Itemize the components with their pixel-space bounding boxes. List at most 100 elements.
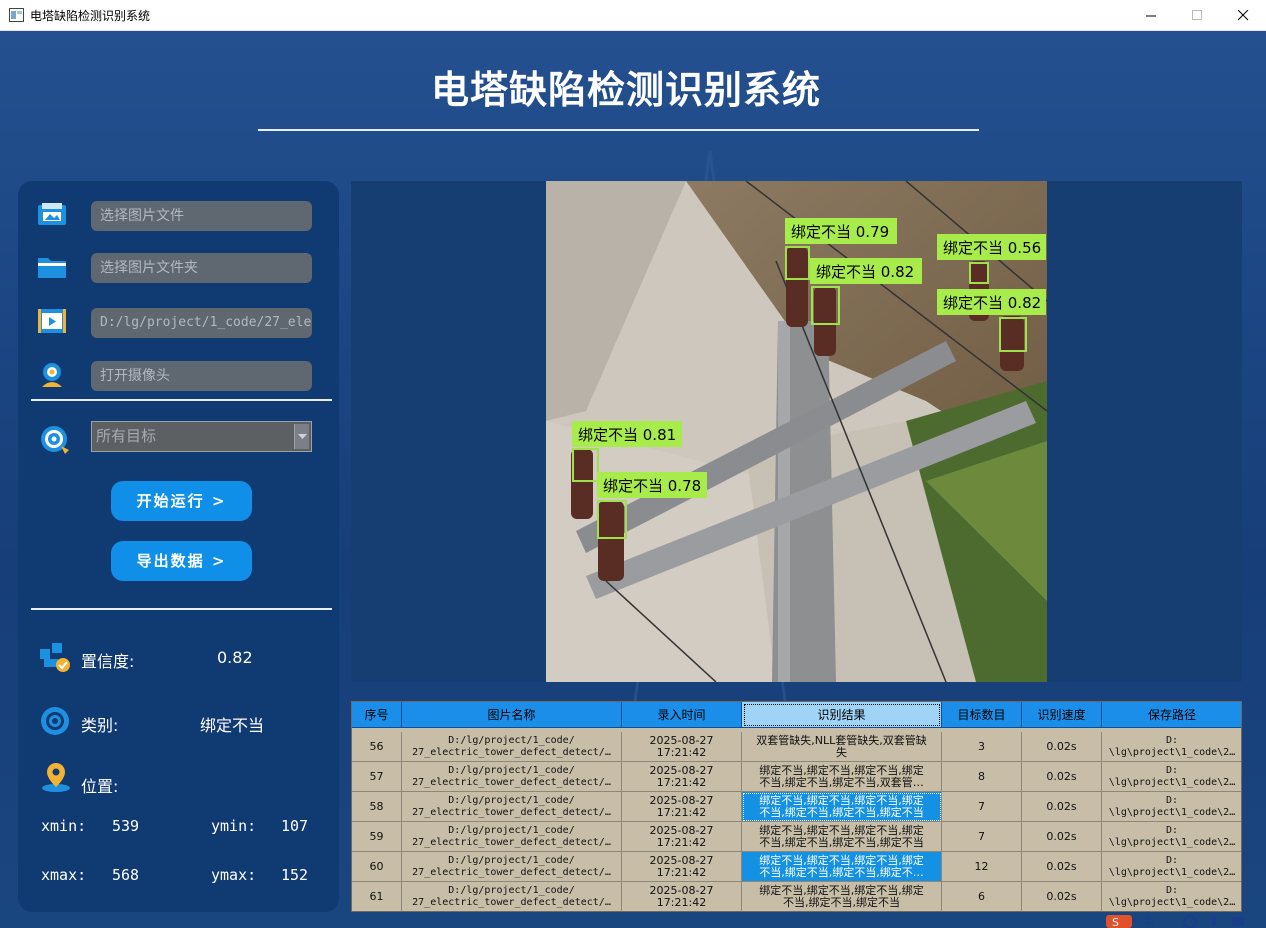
table-cell[interactable]: D: \lg\project\1_code\2… <box>1102 792 1241 822</box>
table-cell[interactable]: D:/lg/project/1_code/27_electric_tower_d… <box>402 732 622 762</box>
cell-text: 绑定不当,绑定不当,绑定不当,绑定 <box>759 763 924 777</box>
detection-label: 绑定不当 0.82 <box>816 263 914 281</box>
table-cell[interactable]: D:/lg/project/1_code/27_electric_tower_d… <box>402 762 622 792</box>
cell-text: \lg\project\1_code\2… <box>1108 746 1236 758</box>
cell-text: 绑定不当,绑定不当,绑定不当,绑定 <box>759 793 924 807</box>
table-cell[interactable]: 56 <box>352 732 402 762</box>
close-button[interactable] <box>1220 0 1266 31</box>
image-file-input[interactable]: 选择图片文件 <box>91 201 312 231</box>
table-row[interactable]: 57 D:/lg/project/1_code/27_electric_tower… <box>352 762 1241 792</box>
svg-text:S: S <box>1112 916 1119 928</box>
table-cell[interactable]: 58 <box>352 792 402 822</box>
column-header[interactable]: 序号 <box>352 702 402 728</box>
detection-photo: 绑定不当 0.79 绑定不当 0.82 绑定不当 0.56 绑定不当 0.82 … <box>546 181 1047 682</box>
cell-text: 绑定不当,绑定不当,绑定不当,绑定 <box>759 823 924 837</box>
table-cell[interactable]: 绑定不当,绑定不当,绑定不当,绑定 不当,绑定不当,绑定不当,绑定不当 <box>742 792 942 822</box>
table-row[interactable]: 56 D:/lg/project/1_code/27_electric_tower… <box>352 732 1241 762</box>
table-cell[interactable]: 8 <box>942 762 1022 792</box>
table-cell[interactable]: 2025-08-27 17:21:42 <box>622 882 742 911</box>
table-row[interactable]: 59 D:/lg/project/1_code/27_electric_tower… <box>352 822 1241 852</box>
table-cell[interactable]: D:/lg/project/1_code/27_electric_tower_d… <box>402 852 622 882</box>
cell-text: \lg\project\1_code\2… <box>1108 836 1236 848</box>
maximize-button[interactable] <box>1174 0 1220 31</box>
table-cell[interactable]: 绑定不当,绑定不当,绑定不当,绑定 不当,绑定不当,绑定不当 <box>742 882 942 911</box>
table-cell[interactable]: 57 <box>352 762 402 792</box>
cell-text: 17:21:42 <box>656 805 707 819</box>
cell-text: 0.02s <box>1046 799 1077 813</box>
chevron-down-icon <box>298 434 307 439</box>
divider <box>31 399 332 401</box>
title-divider <box>258 129 979 131</box>
cell-text: 17:21:42 <box>656 865 707 879</box>
table-cell[interactable]: D: \lg\project\1_code\2… <box>1102 762 1241 792</box>
table-cell[interactable]: 0.02s <box>1022 882 1102 911</box>
cell-text: 27_electric_tower_defect_detect/… <box>412 776 611 788</box>
table-cell[interactable]: 6 <box>942 882 1022 911</box>
cell-text: D:/lg/project/1_code/ <box>448 794 575 806</box>
video-path-input[interactable]: D:/lg/project/1_code/27_ele <box>91 308 312 338</box>
table-cell[interactable]: 2025-08-27 17:21:42 <box>622 852 742 882</box>
start-button[interactable]: 开始运行 > <box>111 481 252 521</box>
window-titlebar: 电塔缺陷检测识别系统 <box>0 0 1266 31</box>
table-cell[interactable]: D: \lg\project\1_code\2… <box>1102 852 1241 882</box>
table-cell[interactable]: D: \lg\project\1_code\2… <box>1102 732 1241 762</box>
table-cell[interactable]: 0.02s <box>1022 852 1102 882</box>
cell-text: 6 <box>978 889 985 903</box>
table-cell[interactable]: D:/lg/project/1_code/27_electric_tower_d… <box>402 822 622 852</box>
cell-text: 7 <box>978 829 985 843</box>
select-dropdown-button[interactable] <box>294 424 309 449</box>
table-cell[interactable]: 3 <box>942 732 1022 762</box>
target-select[interactable]: 所有目标 <box>91 421 312 452</box>
column-header[interactable]: 录入时间 <box>622 702 742 728</box>
minimize-button[interactable] <box>1128 0 1174 31</box>
table-cell[interactable]: 0.02s <box>1022 822 1102 852</box>
cell-text: D: <box>1165 824 1179 836</box>
maximize-icon <box>1192 10 1202 20</box>
table-cell[interactable]: D:/lg/project/1_code/27_electric_tower_d… <box>402 882 622 911</box>
table-cell[interactable]: 7 <box>942 792 1022 822</box>
table-cell[interactable]: 7 <box>942 822 1022 852</box>
table-cell[interactable]: 2025-08-27 17:21:42 <box>622 762 742 792</box>
cell-text: 0.02s <box>1046 859 1077 873</box>
table-cell[interactable]: 2025-08-27 17:21:42 <box>622 732 742 762</box>
results-table[interactable]: 序号 图片名称 录入时间 识别结果 目标数目 识别速度 保存路径 56 D:/lg… <box>351 701 1242 912</box>
column-header[interactable]: 识别结果 <box>742 702 942 728</box>
xmin-label: xmin: <box>41 817 87 835</box>
cell-text: 3 <box>978 739 985 753</box>
cell-text: 双套管缺失,NLL套管缺失,双套管缺 <box>756 733 927 747</box>
cell-text: 7 <box>978 799 985 813</box>
column-header[interactable]: 保存路径 <box>1102 702 1241 728</box>
table-cell[interactable]: 61 <box>352 882 402 911</box>
image-folder-input[interactable]: 选择图片文件夹 <box>91 253 312 283</box>
table-cell[interactable]: 2025-08-27 17:21:42 <box>622 792 742 822</box>
ymin-label: ymin: <box>211 817 257 835</box>
table-cell[interactable]: D:/lg/project/1_code/27_electric_tower_d… <box>402 792 622 822</box>
table-cell[interactable]: 2025-08-27 17:21:42 <box>622 822 742 852</box>
column-header[interactable]: 目标数目 <box>942 702 1022 728</box>
cell-text: 27_electric_tower_defect_detect/… <box>412 896 611 908</box>
column-header[interactable]: 图片名称 <box>402 702 622 728</box>
table-cell[interactable]: 绑定不当,绑定不当,绑定不当,绑定 不当,绑定不当,绑定不当,绑定不… <box>742 852 942 882</box>
class-value: 绑定不当 <box>200 716 265 735</box>
table-cell[interactable]: D: \lg\project\1_code\2… <box>1102 822 1241 852</box>
table-cell[interactable]: 60 <box>352 852 402 882</box>
table-cell[interactable]: D: \lg\project\1_code\2… <box>1102 882 1241 911</box>
table-cell[interactable]: 59 <box>352 822 402 852</box>
table-cell[interactable]: 0.02s <box>1022 732 1102 762</box>
table-cell[interactable]: 绑定不当,绑定不当,绑定不当,绑定 不当,绑定不当,绑定不当,双套管… <box>742 762 942 792</box>
ime-indicator[interactable]: 中 <box>1142 916 1155 928</box>
cell-text: 0.02s <box>1046 889 1077 903</box>
table-cell[interactable]: 双套管缺失,NLL套管缺失,双套管缺失 <box>742 732 942 762</box>
table-row[interactable]: 61 D:/lg/project/1_code/27_electric_tower… <box>352 882 1241 911</box>
table-cell[interactable]: 0.02s <box>1022 762 1102 792</box>
table-row[interactable]: 58 D:/lg/project/1_code/27_electric_tower… <box>352 792 1241 822</box>
table-row[interactable]: 60 D:/lg/project/1_code/27_electric_tower… <box>352 852 1241 882</box>
camera-input[interactable]: 打开摄像头 <box>91 361 312 391</box>
column-header[interactable]: 识别速度 <box>1022 702 1102 728</box>
video-icon <box>38 309 66 333</box>
table-cell[interactable]: 0.02s <box>1022 792 1102 822</box>
table-cell[interactable]: 12 <box>942 852 1022 882</box>
export-button[interactable]: 导出数据 > <box>111 541 252 581</box>
table-cell[interactable]: 绑定不当,绑定不当,绑定不当,绑定 不当,绑定不当,绑定不当,绑定不当 <box>742 822 942 852</box>
cell-text: D: <box>1165 734 1179 746</box>
